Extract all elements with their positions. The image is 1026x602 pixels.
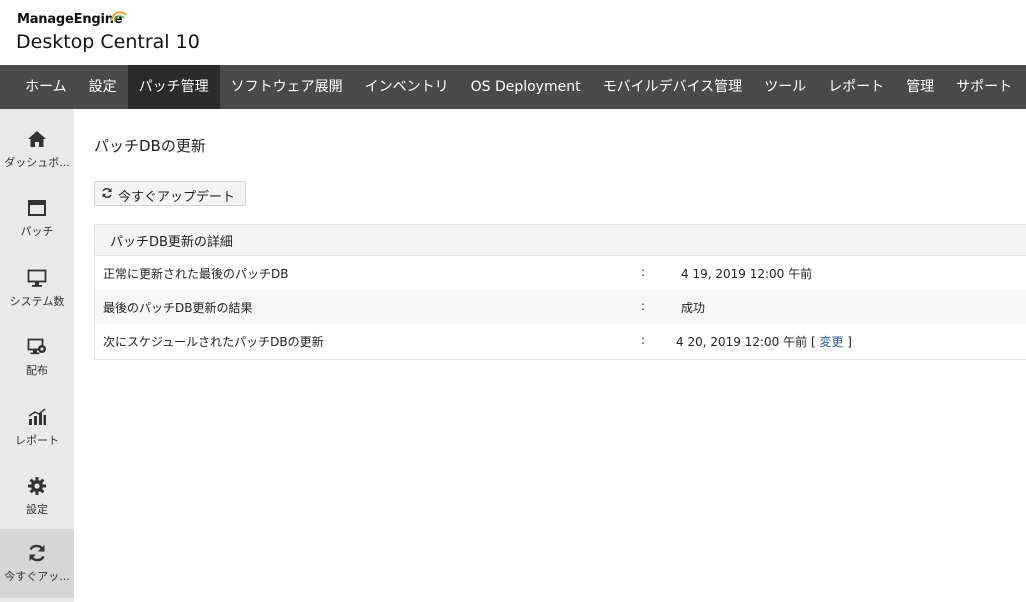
detail-value: 4 20, 2019 12:00 午前 [676, 335, 808, 349]
sidebar-item-patches[interactable]: パッチ [0, 184, 74, 253]
refresh-icon [29, 544, 45, 562]
detail-label: 次にスケジュールされたパッチDBの更新 [103, 335, 324, 349]
detail-label: 正常に更新された最後のパッチDB [103, 267, 289, 281]
top-nav: ホーム 設定 パッチ管理 ソフトウェア展開 インベントリ OS Deployme… [0, 65, 1026, 109]
nav-admin[interactable]: 管理 [895, 65, 945, 109]
sidebar-item-label: 配布 [26, 364, 48, 377]
panel-title: パッチDB更新の詳細 [110, 235, 233, 250]
detail-label: 最後のパッチDB更新の結果 [103, 301, 253, 315]
window-icon [28, 200, 46, 216]
sidebar-item-settings[interactable]: 設定 [0, 462, 74, 531]
detail-separator: : [641, 265, 646, 279]
nav-home[interactable]: ホーム [0, 65, 78, 109]
panel-header: パッチDB更新の詳細 [95, 225, 1026, 256]
detail-value: 4 19, 2019 12:00 午前 [681, 267, 813, 281]
detail-separator: : [641, 333, 646, 347]
home-icon [28, 131, 46, 147]
sidebar-item-label: 設定 [26, 503, 48, 516]
chart-icon [28, 408, 46, 425]
update-now-button[interactable]: 今すぐアップデート [94, 181, 246, 206]
nav-support[interactable]: サポート [945, 65, 1023, 109]
nav-settings[interactable]: 設定 [78, 65, 128, 109]
detail-row: 最後のパッチDB更新の結果 : 成功 [95, 290, 1026, 324]
sidebar: ダッシュボ... パッチ システム数 配布 レポート 設定 今すぐアッ... [0, 109, 74, 602]
nav-patch-management[interactable]: パッチ管理 [127, 65, 220, 109]
patch-db-details-panel: パッチDB更新の詳細 正常に更新された最後のパッチDB : 4 19, 2019… [94, 224, 1026, 360]
nav-reports[interactable]: レポート [817, 65, 895, 109]
sidebar-item-label: パッチ [20, 225, 54, 238]
sidebar-item-label: ダッシュボ... [4, 156, 70, 169]
page-title: パッチDBの更新 [94, 137, 206, 155]
nav-tools[interactable]: ツール [753, 65, 817, 109]
result-status-link[interactable]: 成功 [681, 299, 705, 316]
detail-separator: : [641, 299, 646, 313]
brand-arc-icon [110, 11, 127, 22]
refresh-icon [102, 187, 112, 199]
product-title: Desktop Central 10 [16, 31, 200, 53]
bracket-open: [ [810, 335, 816, 349]
gear-icon [28, 477, 46, 495]
nav-software-deployment[interactable]: ソフトウェア展開 [220, 65, 354, 109]
sidebar-item-reports[interactable]: レポート [0, 393, 74, 462]
bracket-close: ] [847, 335, 852, 349]
detail-value-group: 4 20, 2019 12:00 午前 [ 変更 ] [676, 333, 852, 350]
sidebar-item-label: レポート [15, 434, 59, 447]
company-logo-text: ManageEngine [17, 12, 123, 27]
app-header: ManageEngine Desktop Central 10 [0, 0, 1026, 65]
detail-row: 次にスケジュールされたパッチDBの更新 : 4 20, 2019 12:00 午… [95, 324, 1026, 358]
detail-row: 正常に更新された最後のパッチDB : 4 19, 2019 12:00 午前 [95, 256, 1026, 290]
sidebar-item-systems[interactable]: システム数 [0, 254, 74, 323]
monitor-icon [27, 269, 47, 287]
update-now-label: 今すぐアップデート [118, 190, 236, 205]
change-schedule-link[interactable]: 変更 [819, 335, 843, 349]
sidebar-item-label: システム数 [9, 295, 65, 308]
deploy-icon [27, 338, 46, 355]
nav-inventory[interactable]: インベントリ [354, 65, 460, 109]
sidebar-item-label: 今すぐアッ... [4, 570, 70, 583]
sidebar-item-dashboard[interactable]: ダッシュボ... [0, 115, 74, 184]
sidebar-item-update-now[interactable]: 今すぐアッ... [0, 529, 74, 598]
nav-mobile-device-management[interactable]: モバイルデバイス管理 [592, 65, 754, 109]
nav-os-deployment[interactable]: OS Deployment [460, 65, 592, 109]
sidebar-item-deploy[interactable]: 配布 [0, 323, 74, 392]
